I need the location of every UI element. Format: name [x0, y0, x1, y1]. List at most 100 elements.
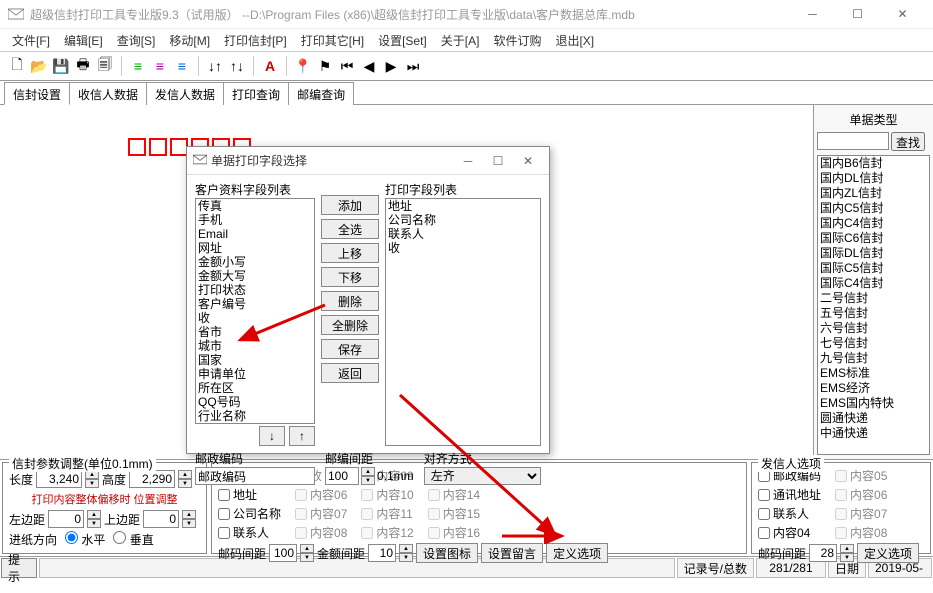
list-item[interactable]: 九号信封: [818, 351, 929, 366]
list-item[interactable]: 客户编号: [196, 297, 314, 311]
list-item[interactable]: 网址: [196, 241, 314, 255]
list-item[interactable]: 二号信封: [818, 291, 929, 306]
length-input[interactable]: [36, 470, 82, 488]
option-row[interactable]: 内容06: [835, 486, 887, 503]
option-row[interactable]: 通讯地址: [758, 486, 821, 503]
option-row[interactable]: 联系人: [758, 505, 821, 522]
sort-up-button[interactable]: ↑: [289, 426, 315, 446]
font-icon[interactable]: A: [261, 57, 279, 75]
list-item[interactable]: 收: [386, 241, 540, 255]
dlg-space-input[interactable]: [325, 467, 359, 485]
option-row[interactable]: 内容05: [835, 467, 887, 484]
dlg-action-button[interactable]: 全选: [321, 219, 379, 239]
option-row[interactable]: 内容11: [361, 505, 413, 522]
list-item[interactable]: 打印状态: [196, 283, 314, 297]
menu-settings[interactable]: 设置[Set]: [372, 30, 433, 51]
set-icon-button[interactable]: 设置图标: [416, 543, 478, 563]
list-item[interactable]: Email: [196, 227, 314, 241]
tip-button[interactable]: 提示: [1, 558, 37, 578]
new-icon[interactable]: 🗋: [8, 57, 26, 75]
first-icon[interactable]: ⏮: [338, 57, 356, 75]
next-icon[interactable]: ▶: [382, 57, 400, 75]
prev-icon[interactable]: ◀: [360, 57, 378, 75]
align-left-icon[interactable]: ≡: [129, 57, 147, 75]
list-item[interactable]: 地址: [386, 199, 540, 213]
option-row[interactable]: 内容08: [295, 524, 347, 541]
pin-icon[interactable]: 📍: [294, 57, 312, 75]
dlg-action-button[interactable]: 删除: [321, 291, 379, 311]
dlg-action-button[interactable]: 全删除: [321, 315, 379, 335]
list-item[interactable]: 国际C4信封: [818, 276, 929, 291]
list-item[interactable]: 申请单位: [196, 367, 314, 381]
dlg-action-button[interactable]: 添加: [321, 195, 379, 215]
type-search-input[interactable]: [817, 132, 889, 150]
sender-space-input[interactable]: [809, 544, 837, 562]
list-item[interactable]: 金额大写: [196, 269, 314, 283]
list-item[interactable]: 国内DL信封: [818, 171, 929, 186]
dialog-minimize[interactable]: ─: [453, 147, 483, 175]
option-row[interactable]: 联系人: [218, 524, 281, 541]
align-right-icon[interactable]: ≡: [173, 57, 191, 75]
print-field-list[interactable]: 地址公司名称联系人收: [385, 198, 541, 446]
align-center-icon[interactable]: ≡: [151, 57, 169, 75]
list-item[interactable]: 圆通快递: [818, 411, 929, 426]
list-item[interactable]: 公司名称: [386, 213, 540, 227]
dlg-post-input[interactable]: [195, 467, 315, 485]
sender-define-button[interactable]: 定义选项: [857, 543, 919, 563]
feed-vertical[interactable]: 垂直: [113, 531, 153, 548]
length-down[interactable]: ▼: [85, 479, 99, 488]
top-input[interactable]: [143, 510, 179, 528]
tab-postcode-query[interactable]: 邮编查询: [288, 82, 354, 105]
list-item[interactable]: 国内C5信封: [818, 201, 929, 216]
list-item[interactable]: EMS国内特快: [818, 396, 929, 411]
list-item[interactable]: 六号信封: [818, 321, 929, 336]
list-item[interactable]: 所在区: [196, 381, 314, 395]
list-item[interactable]: 国家: [196, 353, 314, 367]
tab-envelope-settings[interactable]: 信封设置: [4, 82, 70, 105]
list-item[interactable]: 国际C5信封: [818, 261, 929, 276]
dlg-action-button[interactable]: 保存: [321, 339, 379, 359]
save-icon[interactable]: 💾: [52, 57, 70, 75]
list-item[interactable]: 金额小写: [196, 255, 314, 269]
open-icon[interactable]: 📂: [30, 57, 48, 75]
list-item[interactable]: 七号信封: [818, 336, 929, 351]
option-row[interactable]: 内容12: [361, 524, 413, 541]
sort-icon[interactable]: ↓↑: [206, 57, 224, 75]
option-row[interactable]: 公司名称: [218, 505, 281, 522]
list-item[interactable]: 国际DL信封: [818, 246, 929, 261]
left-input[interactable]: [48, 510, 84, 528]
list-item[interactable]: 省市: [196, 325, 314, 339]
sort2-icon[interactable]: ↑↓: [228, 57, 246, 75]
envelope-type-list[interactable]: 国内B6信封国内DL信封国内ZL信封国内C5信封国内C4信封国际C6信封国际DL…: [817, 155, 930, 455]
define-option-button[interactable]: 定义选项: [546, 543, 608, 563]
tab-recipient-data[interactable]: 收信人数据: [69, 82, 147, 105]
option-row[interactable]: 内容07: [835, 505, 887, 522]
height-input[interactable]: [129, 470, 175, 488]
sort-down-button[interactable]: ↓: [259, 426, 285, 446]
option-row[interactable]: 内容15: [428, 505, 480, 522]
list-item[interactable]: 传真: [196, 199, 314, 213]
menu-print-other[interactable]: 打印其它[H]: [295, 30, 370, 51]
tab-sender-data[interactable]: 发信人数据: [146, 82, 224, 105]
list-item[interactable]: 国际C6信封: [818, 231, 929, 246]
maximize-button[interactable]: ☐: [835, 0, 880, 28]
dialog-close[interactable]: ✕: [513, 147, 543, 175]
menu-edit[interactable]: 编辑[E]: [58, 30, 109, 51]
list-item[interactable]: 联系人: [386, 227, 540, 241]
feed-horizontal[interactable]: 水平: [65, 531, 105, 548]
set-msg-button[interactable]: 设置留言: [481, 543, 543, 563]
menu-exit[interactable]: 退出[X]: [549, 30, 600, 51]
menu-search[interactable]: 查询[S]: [111, 30, 162, 51]
list-item[interactable]: 城市: [196, 339, 314, 353]
tab-print-query[interactable]: 打印查询: [223, 82, 289, 105]
list-item[interactable]: 行业名称: [196, 409, 314, 423]
option-row[interactable]: 内容08: [835, 524, 887, 541]
list-item[interactable]: 中通快递: [818, 426, 929, 441]
last-icon[interactable]: ⏭: [404, 57, 422, 75]
menu-move[interactable]: 移动[M]: [163, 30, 216, 51]
dlg-action-button[interactable]: 返回: [321, 363, 379, 383]
post-space-input[interactable]: [269, 544, 297, 562]
menu-file[interactable]: 文件[F]: [6, 30, 56, 51]
list-item[interactable]: 国内ZL信封: [818, 186, 929, 201]
dlg-action-button[interactable]: 下移: [321, 267, 379, 287]
